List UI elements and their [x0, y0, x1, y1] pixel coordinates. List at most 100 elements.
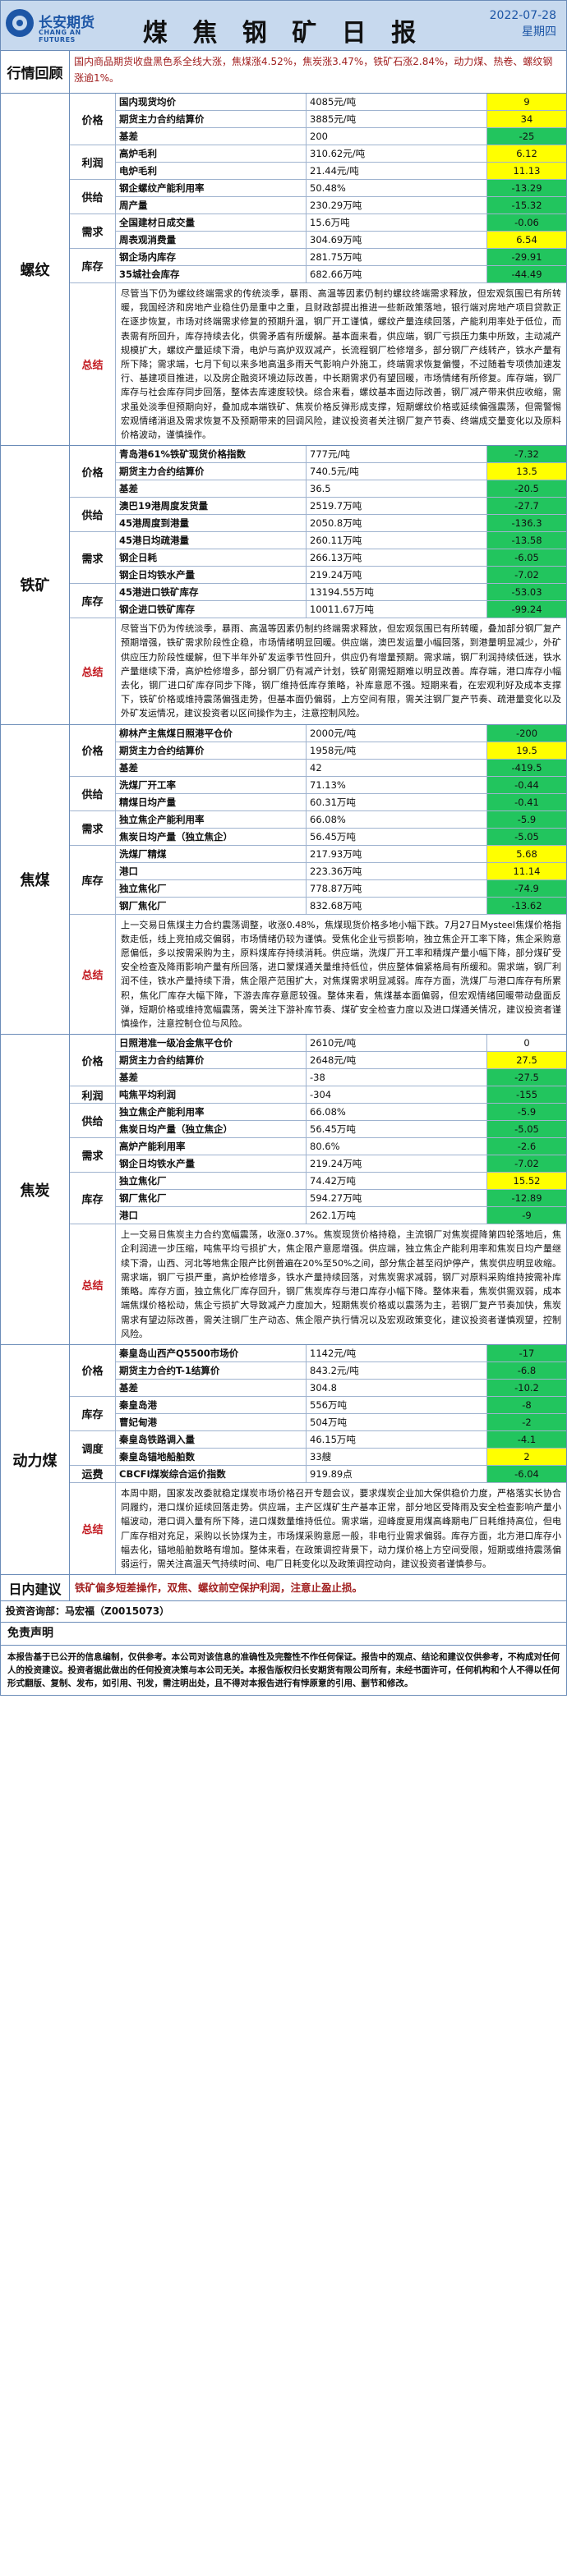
section-label: 动力煤 — [1, 1344, 70, 1575]
market-review-text: 国内商品期货收盘黑色系全线大涨，焦煤涨4.52%，焦炭涨3.47%，铁矿石涨2.… — [74, 56, 553, 84]
section-label: 铁矿 — [1, 446, 70, 724]
indicator-change: -6.8 — [487, 1361, 566, 1379]
indicator-name: 全国建材日成交量 — [116, 214, 307, 231]
category-label: 价格 — [70, 94, 115, 145]
indicator-change: -27.5 — [487, 1069, 566, 1086]
table-row: 秦皇岛山西产Q5500市场价 1142元/吨 -17 — [116, 1344, 566, 1362]
indicator-name: 钢企进口铁矿库存 — [116, 601, 307, 618]
table-row: 柳林产主焦煤日照港平仓价 2000元/吨 -200 — [116, 724, 566, 742]
indicator-value: 281.75万吨 — [307, 249, 487, 265]
category-column: 价格 供给 需求 库存 — [70, 724, 116, 915]
indicator-value: 56.45万吨 — [307, 828, 487, 845]
intraday-advice-text: 铁矿偏多短差操作，双焦、螺纹前空保护利润，注意止盈止损。 — [75, 1582, 363, 1595]
summary-label: 总结 — [70, 1482, 116, 1575]
indicator-value: 778.87万吨 — [307, 879, 487, 897]
table-row: 独立焦化厂 778.87万吨 -74.9 — [116, 879, 566, 898]
section-label: 螺纹 — [1, 94, 70, 446]
indicator-table: 价格 供给 需求 库存 柳林产主焦煤日照港平仓价 2000元/吨 -200 期货主力合约结算价… — [70, 724, 566, 915]
table-row: 港口 223.36万吨 11.14 — [116, 862, 566, 880]
indicator-rows: 柳林产主焦煤日照港平仓价 2000元/吨 -200 期货主力合约结算价 1958元/吨 1… — [116, 724, 566, 915]
indicator-change: 15.52 — [487, 1173, 566, 1190]
category-label: 利润 — [70, 145, 115, 180]
category-label: 需求 — [70, 532, 115, 585]
indicator-value: 66.08% — [307, 810, 487, 828]
indicator-name: 电炉毛利 — [116, 163, 307, 179]
indicator-name: 钢企日均铁水产量 — [116, 567, 307, 584]
indicator-change: 5.68 — [487, 845, 566, 862]
indicator-change: 13.5 — [487, 463, 566, 480]
table-row: 吨焦平均利润 -304 -155 — [116, 1086, 566, 1104]
table-row: 秦皇岛锚地船舶数 33艘 2 — [116, 1448, 566, 1466]
indicator-name: 焦炭日均产量（独立焦企） — [116, 1121, 307, 1138]
indicator-value: 219.24万吨 — [307, 1155, 487, 1173]
indicator-name: 高炉产能利用率 — [116, 1138, 307, 1155]
indicator-value: 219.24万吨 — [307, 567, 487, 584]
indicator-value: 1142元/吨 — [307, 1344, 487, 1361]
indicator-change: -13.58 — [487, 532, 566, 549]
indicator-change: 2 — [487, 1448, 566, 1465]
indicator-value: 15.6万吨 — [307, 214, 487, 231]
indicator-name: 基差 — [116, 128, 307, 145]
summary-label: 总结 — [70, 914, 116, 1035]
indicator-value: 2610元/吨 — [307, 1035, 487, 1052]
indicator-name: 焦炭日均产量（独立焦企） — [116, 828, 307, 845]
section-coke: 焦炭 价格 利润 供给 需求 库存 日照港准一级冶金焦平仓价 2610元/吨 0 期货主力合约结算… — [0, 1035, 567, 1345]
indicator-name: 秦皇岛铁路调入量 — [116, 1430, 307, 1448]
indicator-table: 价格 利润 供给 需求 库存 日照港准一级冶金焦平仓价 2610元/吨 0 期货主力合约结算价 2… — [70, 1035, 566, 1225]
table-row: 45港周度到港量 2050.8万吨 -136.3 — [116, 515, 566, 533]
indicator-name: 日照港准一级冶金焦平仓价 — [116, 1035, 307, 1052]
table-row: 洗煤厂开工率 71.13% -0.44 — [116, 776, 566, 794]
indicator-name: 独立焦企产能利用率 — [116, 810, 307, 828]
summary-text: 上一交易日焦炭主力合约宽幅震荡，收涨0.37%。焦炭现货价格持稳，主流钢厂对焦炭… — [121, 1229, 561, 1339]
indicator-value: 223.36万吨 — [307, 862, 487, 879]
section-label: 焦煤 — [1, 724, 70, 1035]
indicator-value: 310.62元/吨 — [307, 145, 487, 162]
indicator-change: -7.02 — [487, 567, 566, 584]
table-row: 澳巴19港周度发货量 2519.7万吨 -27.7 — [116, 498, 566, 516]
section-body: 价格 库存 调度 运费 秦皇岛山西产Q5500市场价 1142元/吨 -17 期货主力合约T-… — [70, 1344, 566, 1575]
indicator-name: 钢企场内库存 — [116, 249, 307, 265]
indicator-change: -155 — [487, 1086, 566, 1104]
indicator-name: 钢厂焦化厂 — [116, 897, 307, 914]
indicator-value: 556万吨 — [307, 1396, 487, 1413]
table-row: 曹妃甸港 504万吨 -2 — [116, 1413, 566, 1431]
table-row: 期货主力合约结算价 3885元/吨 34 — [116, 111, 566, 128]
indicator-value: 919.89点 — [307, 1465, 487, 1482]
category-label: 库存 — [70, 1397, 115, 1431]
indicator-value: 740.5元/吨 — [307, 463, 487, 480]
table-row: 期货主力合约T-1结算价 843.2元/吨 -6.8 — [116, 1361, 566, 1380]
indicator-name: 期货主力合约T-1结算价 — [116, 1361, 307, 1379]
indicator-name: 钢企日耗 — [116, 549, 307, 567]
category-label: 需求 — [70, 811, 115, 846]
indicator-value: 304.69万吨 — [307, 232, 487, 248]
indicator-name: 吨焦平均利润 — [116, 1086, 307, 1104]
section-iron-ore: 铁矿 价格 供给 需求 库存 青岛港61%铁矿现货价格指数 777元/吨 -7.32 期货主力合… — [0, 446, 567, 725]
intraday-advice-label: 日内建议 — [1, 1575, 70, 1601]
indicator-value: 200 — [307, 128, 487, 145]
table-row: 基差 304.8 -10.2 — [116, 1379, 566, 1397]
category-label: 调度 — [70, 1431, 115, 1466]
indicator-name: 秦皇岛山西产Q5500市场价 — [116, 1344, 307, 1361]
indicator-value: 504万吨 — [307, 1413, 487, 1430]
table-row: 基差 200 -25 — [116, 128, 566, 145]
indicator-value: 4085元/吨 — [307, 94, 487, 110]
indicator-value: 260.11万吨 — [307, 532, 487, 549]
category-column: 价格 供给 需求 库存 — [70, 446, 116, 619]
summary-label: 总结 — [70, 1224, 116, 1344]
indicator-name: CBCFI煤炭综合运价指数 — [116, 1465, 307, 1482]
summary-label: 总结 — [70, 283, 116, 446]
table-row: 全国建材日成交量 15.6万吨 -0.06 — [116, 214, 566, 232]
indicator-change: 6.12 — [487, 145, 566, 162]
table-row: 钢企日均铁水产量 219.24万吨 -7.02 — [116, 567, 566, 585]
indicator-table: 价格 利润 供给 需求 库存 国内现货均价 4085元/吨 9 期货主力合约结算价 3885元/吨… — [70, 94, 566, 283]
category-column: 价格 库存 调度 运费 — [70, 1344, 116, 1483]
market-review-label: 行情回顾 — [1, 51, 70, 93]
category-label: 库存 — [70, 249, 115, 283]
indicator-name: 期货主力合约结算价 — [116, 111, 307, 127]
indicator-change: -29.91 — [487, 249, 566, 265]
report-title: 煤 焦 钢 矿 日 报 — [142, 19, 425, 48]
indicator-change: -5.9 — [487, 1104, 566, 1121]
indicator-change: -44.49 — [487, 266, 566, 282]
indicator-rows: 青岛港61%铁矿现货价格指数 777元/吨 -7.32 期货主力合约结算价 740.5元… — [116, 446, 566, 619]
indicator-name: 洗煤厂精煤 — [116, 845, 307, 862]
